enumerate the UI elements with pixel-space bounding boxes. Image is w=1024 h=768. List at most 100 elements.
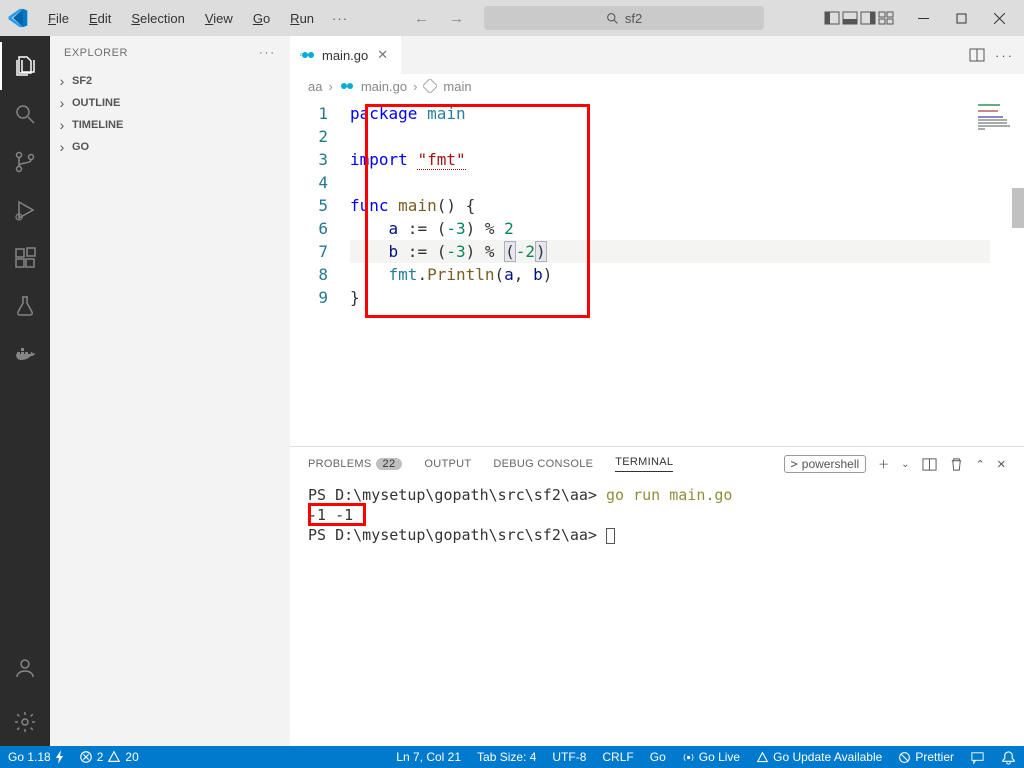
feedback-icon — [970, 750, 985, 765]
minimap[interactable] — [978, 104, 1014, 134]
title-bar: FFileile Edit Selection View Go Run ··· … — [0, 0, 1024, 36]
trash-icon[interactable] — [949, 457, 964, 472]
sidebar-more-icon[interactable]: ··· — [259, 47, 276, 59]
sidebar-section-go[interactable]: GO — [50, 136, 290, 158]
panel: PROBLEMS22 OUTPUT DEBUG CONSOLE TERMINAL… — [290, 446, 1024, 746]
menu-edit[interactable]: Edit — [81, 7, 119, 30]
panel-tabs: PROBLEMS22 OUTPUT DEBUG CONSOLE TERMINAL… — [290, 447, 1024, 481]
status-go-update[interactable]: Go Update Available — [756, 750, 882, 764]
editor[interactable]: 123456789 package main import "fmt" func… — [290, 98, 1024, 446]
search-text: sf2 — [625, 11, 642, 26]
status-encoding[interactable]: UTF-8 — [552, 750, 586, 764]
tab-main-go[interactable]: main.go ✕ — [290, 36, 401, 74]
status-go-version[interactable]: Go 1.18 — [8, 750, 65, 764]
nav-forward-icon[interactable]: → — [441, 6, 472, 31]
tab-label: main.go — [322, 48, 368, 63]
symbol-icon — [423, 79, 437, 93]
activity-testing[interactable] — [0, 282, 50, 330]
sidebar-title: EXPLORER — [64, 47, 128, 59]
layout-bottom-icon[interactable] — [842, 10, 858, 26]
terminal-command: go run main.go — [606, 486, 732, 504]
editor-more-icon[interactable]: ··· — [995, 48, 1014, 63]
docker-icon — [13, 342, 37, 366]
sidebar-section-timeline[interactable]: TIMELINE — [50, 114, 290, 136]
broadcast-icon — [682, 751, 695, 764]
search-icon — [606, 12, 619, 25]
activity-settings[interactable] — [0, 698, 50, 746]
status-feedback[interactable] — [970, 750, 985, 765]
layout-controls[interactable] — [824, 10, 894, 26]
bc-folder[interactable]: aa — [308, 79, 322, 94]
bell-icon — [1001, 750, 1016, 765]
window-close[interactable] — [982, 4, 1016, 32]
breadcrumb[interactable]: aa› main.go› main — [290, 74, 1024, 98]
activity-search[interactable] — [0, 90, 50, 138]
terminal-dropdown-icon[interactable]: ⌄ — [901, 459, 909, 470]
code-content[interactable]: package main import "fmt" func main() { … — [350, 98, 990, 446]
panel-tab-terminal[interactable]: TERMINAL — [615, 456, 673, 472]
window-minimize[interactable] — [906, 4, 940, 32]
activity-debug[interactable] — [0, 186, 50, 234]
cursor-block — [606, 528, 615, 544]
activity-scm[interactable] — [0, 138, 50, 186]
bolt-icon — [55, 750, 65, 764]
debug-icon — [13, 198, 37, 222]
menu-selection[interactable]: Selection — [123, 7, 192, 30]
go-file-icon — [300, 50, 316, 60]
tab-bar: main.go ✕ ··· — [290, 36, 1024, 74]
layout-right-icon[interactable] — [860, 10, 876, 26]
scrollbar[interactable] — [1012, 188, 1024, 228]
status-language[interactable]: Go — [650, 750, 666, 764]
tab-close-icon[interactable]: ✕ — [374, 47, 391, 63]
terminal-prompt: PS D:\mysetup\gopath\src\sf2\aa> — [308, 486, 606, 504]
nav-back-icon[interactable]: ← — [406, 6, 437, 31]
layout-customize-icon[interactable] — [878, 10, 894, 26]
panel-maximize-icon[interactable]: ⌃ — [976, 458, 985, 471]
bc-file[interactable]: main.go — [361, 79, 407, 94]
files-icon — [13, 54, 37, 78]
warning-icon — [756, 751, 769, 764]
activity-account[interactable] — [0, 644, 50, 692]
panel-tab-output[interactable]: OUTPUT — [424, 458, 471, 470]
terminal-prompt: PS D:\mysetup\gopath\src\sf2\aa> — [308, 526, 606, 544]
menu-more-icon[interactable]: ··· — [326, 7, 354, 30]
sidebar-section-outline[interactable]: OUTLINE — [50, 92, 290, 114]
activity-extensions[interactable] — [0, 234, 50, 282]
terminal-content[interactable]: PS D:\mysetup\gopath\src\sf2\aa> go run … — [290, 481, 1024, 746]
status-eol[interactable]: CRLF — [602, 750, 633, 764]
warning-icon — [107, 750, 121, 764]
status-tabsize[interactable]: Tab Size: 4 — [477, 750, 536, 764]
panel-tab-problems[interactable]: PROBLEMS22 — [308, 458, 402, 470]
status-bell[interactable] — [1001, 750, 1016, 765]
command-center[interactable]: sf2 — [484, 6, 764, 30]
split-editor-icon[interactable] — [969, 47, 985, 63]
branch-icon — [13, 150, 37, 174]
beaker-icon — [13, 294, 37, 318]
menu-view[interactable]: View — [197, 7, 241, 30]
activity-docker[interactable] — [0, 330, 50, 378]
activity-bar — [0, 36, 50, 746]
status-golive[interactable]: Go Live — [682, 750, 740, 764]
menu-run[interactable]: Run — [282, 7, 322, 30]
status-problems[interactable]: 2 20 — [79, 750, 139, 764]
new-terminal-icon[interactable]: ＋ — [878, 456, 889, 472]
error-icon — [79, 750, 93, 764]
sidebar-section-sf2[interactable]: SF2 — [50, 70, 290, 92]
split-terminal-icon[interactable] — [922, 457, 937, 472]
activity-explorer[interactable] — [0, 42, 50, 90]
window-maximize[interactable] — [944, 4, 978, 32]
layout-left-icon[interactable] — [824, 10, 840, 26]
bc-symbol[interactable]: main — [443, 79, 471, 94]
panel-tab-debug[interactable]: DEBUG CONSOLE — [493, 458, 593, 470]
shell-selector[interactable]: >powershell — [784, 455, 867, 473]
menu-go[interactable]: Go — [245, 7, 278, 30]
panel-close-icon[interactable]: ✕ — [997, 458, 1006, 471]
line-numbers: 123456789 — [290, 98, 350, 446]
go-file-icon — [339, 81, 355, 91]
status-prettier[interactable]: Prettier — [898, 750, 954, 764]
status-cursor[interactable]: Ln 7, Col 21 — [396, 750, 461, 764]
sidebar: EXPLORER ··· SF2 OUTLINE TIMELINE GO — [50, 36, 290, 746]
prettier-icon — [898, 751, 911, 764]
extensions-icon — [13, 246, 37, 270]
menu-file[interactable]: FFileile — [40, 7, 77, 30]
